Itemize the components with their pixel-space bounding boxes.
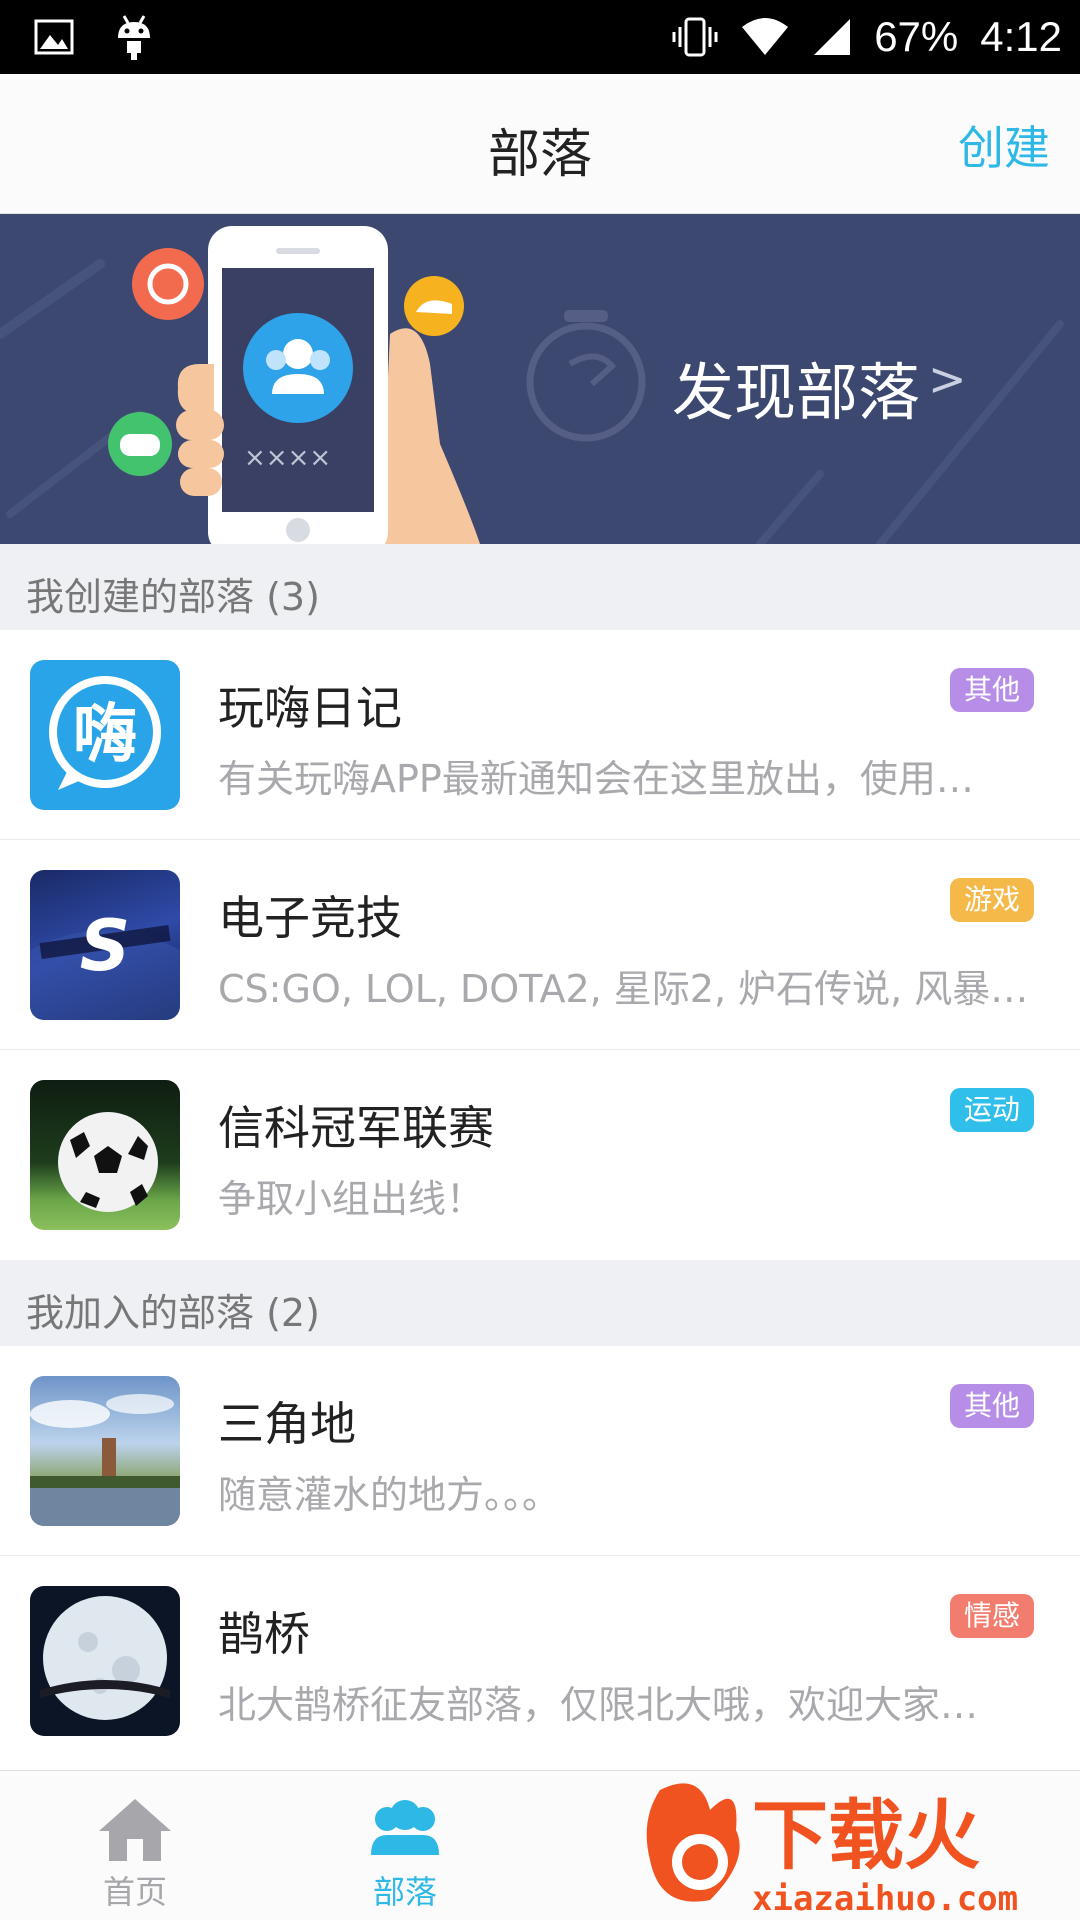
- tab-label: 首页: [102, 1873, 167, 1911]
- list-item[interactable]: 鹊桥 北大鹊桥征友部落，仅限北大哦，欢迎大家… 情感: [0, 1556, 1080, 1766]
- clock: 4:12: [980, 13, 1062, 60]
- tribe-name: 鹊桥: [218, 1607, 310, 1661]
- tribe-name: 电子竞技: [218, 891, 402, 945]
- category-badge: 其他: [949, 1384, 1034, 1428]
- watermark-url: xiazaihuo.com: [752, 1879, 1018, 1919]
- list-item[interactable]: 三角地 随意灌水的地方。。。 其他: [0, 1346, 1080, 1556]
- category-badge: 运动: [949, 1088, 1034, 1132]
- section-created-header: 我创建的部落 (3): [0, 544, 1080, 630]
- chevron-right-icon: >: [928, 352, 967, 406]
- tribe-name: 信科冠军联赛: [218, 1101, 494, 1155]
- category-badge: 其他: [949, 668, 1034, 712]
- page-title: 部落: [487, 125, 592, 185]
- section-title: 我加入的部落 (2): [26, 1291, 320, 1335]
- lake-tower-photo: [30, 1376, 180, 1526]
- tribe-name: 三角地: [218, 1397, 356, 1451]
- tribe-icon: [371, 1800, 439, 1855]
- list-item[interactable]: 嗨 玩嗨日记 有关玩嗨APP最新通知会在这里放出，使用… 其他: [0, 630, 1080, 840]
- list-item[interactable]: S 电子竞技 CS:GO, LOL, DOTA2, 星际2, 炉石传说, 风暴……: [0, 840, 1080, 1050]
- esports-logo-text: S: [80, 905, 130, 987]
- category-badge: 情感: [949, 1594, 1034, 1638]
- image-icon: [34, 19, 74, 55]
- wifi-icon: [742, 18, 789, 55]
- moon-photo: [30, 1586, 180, 1736]
- tribe-description: 有关玩嗨APP最新通知会在这里放出，使用…: [218, 757, 974, 801]
- status-bar: 67% 4:12: [0, 0, 1080, 74]
- phone-placeholder: ××××: [244, 443, 331, 473]
- section-title: 我创建的部落 (3): [26, 575, 320, 619]
- create-button[interactable]: 创建: [958, 112, 1050, 178]
- battery-level: 67%: [874, 13, 959, 60]
- category-badge: 游戏: [949, 878, 1034, 922]
- android-icon: [118, 15, 150, 60]
- tab-label: 部落: [372, 1873, 437, 1911]
- signal-icon: [814, 19, 851, 55]
- discover-banner[interactable]: ×××× 发现部落 >: [0, 214, 1080, 544]
- tribe-name: 玩嗨日记: [218, 681, 402, 735]
- wanhai-logo-text: 嗨: [73, 698, 137, 772]
- tab-tribe[interactable]: 部落: [270, 1771, 540, 1920]
- esports-logo: S: [30, 870, 180, 1020]
- tribe-description: 随意灌水的地方。。。: [218, 1473, 561, 1517]
- home-icon: [99, 1799, 171, 1861]
- header: 部落 创建: [0, 74, 1080, 214]
- soccer-ball-photo: [30, 1080, 180, 1230]
- tribe-description: 争取小组出线！: [218, 1177, 485, 1221]
- watermark-title: 下载火: [752, 1791, 980, 1880]
- tab-home[interactable]: 首页: [0, 1771, 270, 1920]
- list-item[interactable]: 信科冠军联赛 争取小组出线！ 运动: [0, 1050, 1080, 1260]
- discover-label: 发现部落: [672, 356, 921, 429]
- vibrate-icon: [672, 17, 718, 57]
- section-joined-header: 我加入的部落 (2): [0, 1260, 1080, 1346]
- tribe-description: 北大鹊桥征友部落，仅限北大哦，欢迎大家…: [218, 1683, 979, 1727]
- tribe-description: CS:GO, LOL, DOTA2, 星际2, 炉石传说, 风暴…: [218, 967, 1029, 1011]
- watermark-logo: 下载火 xiazaihuo.com: [640, 1770, 1080, 1920]
- wanhai-logo: 嗨: [30, 660, 180, 810]
